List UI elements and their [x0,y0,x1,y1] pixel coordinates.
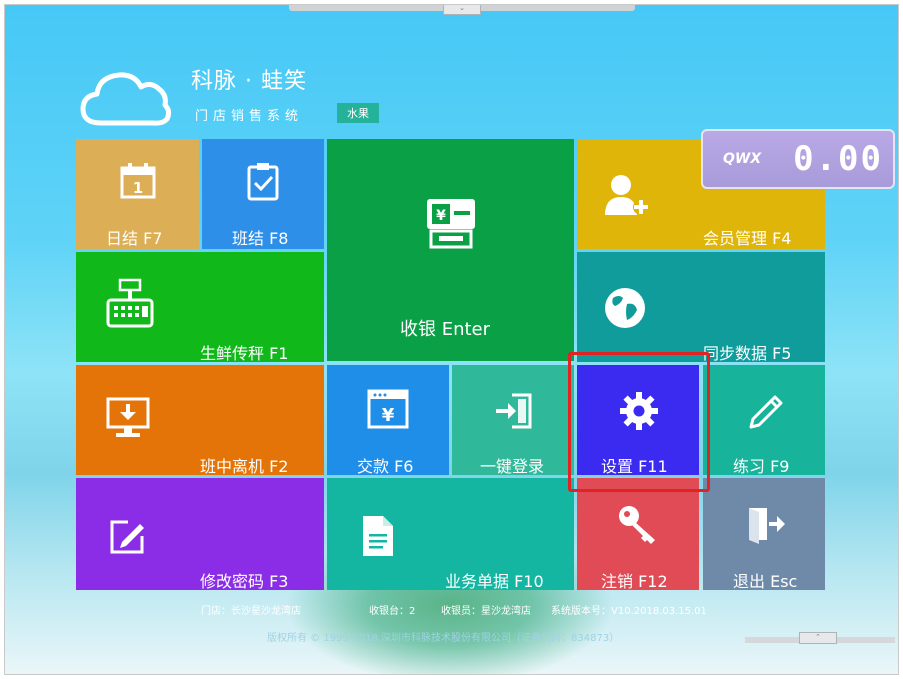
leave-machine-label: 班中离机 F2 [200,457,289,475]
logout-tile[interactable]: 注销 F12 [577,478,699,590]
status-store: 门店：长沙星沙龙湾店 [201,606,301,617]
one-key-login-tile[interactable]: 一键登录 [452,365,574,475]
svg-text:¥: ¥ [382,405,395,426]
daily-close-label: 日结 F7 [106,229,163,248]
document-icon [363,516,393,556]
chevron-up-icon[interactable]: ⌃ [799,632,837,644]
edit-square-icon [110,520,144,554]
logout-label: 注销 F12 [601,572,668,590]
monitor-download-icon [106,397,150,437]
pos-main-screen: ⌄ 科脉 · 蛙笑 门店销售系统 水果 1 日结 F7 班结 F8 ¥ 收银 E… [4,4,899,675]
calendar-icon: 1 [120,163,156,199]
scale-icon [106,278,154,328]
amount-value: 0.00 [793,139,883,179]
status-version: 系统版本号：V10.2018.03.15.01 [551,606,707,617]
pay-in-tile[interactable]: ¥ 交款 F6 [327,365,449,475]
checkout-label: 收银 Enter [400,319,491,340]
yen-window-icon: ¥ [367,389,409,429]
sync-data-tile[interactable]: 同步数据 F5 [577,252,825,362]
top-collapse-handle[interactable]: ⌄ [289,5,635,15]
pay-in-label: 交款 F6 [357,457,414,475]
exit-tile[interactable]: 退出 Esc [703,478,825,590]
exit-door-icon [749,508,785,544]
copyright-text: 版权所有 © 1999-2018 深圳市科脉技术股份有限公司（证券代码：8348… [267,633,620,644]
daily-close-tile[interactable]: 1 日结 F7 [76,139,199,249]
brand-subtitle: 门店销售系统 [195,109,304,124]
practice-label: 练习 F9 [733,457,790,475]
chevron-down-icon[interactable]: ⌄ [443,5,481,15]
bottom-collapse-handle[interactable]: ⌃ [745,632,895,644]
shift-close-label: 班结 F8 [232,229,289,248]
globe-icon [605,288,645,328]
change-password-label: 修改密码 F3 [200,572,289,590]
sync-data-label: 同步数据 F5 [703,344,792,362]
brand-title: 科脉 · 蛙笑 [191,69,307,94]
checkout-tile[interactable]: ¥ 收银 Enter [327,139,574,361]
shift-close-tile[interactable]: 班结 F8 [202,139,324,249]
fresh-scale-tile[interactable]: 生鲜传秤 F1 [76,252,324,362]
category-badge: 水果 [337,103,379,123]
practice-tile[interactable]: 练习 F9 [703,365,825,475]
status-cashier: 收银员：星沙龙湾店 [441,606,531,617]
login-door-icon [496,393,532,429]
business-documents-tile[interactable]: 业务单据 F10 [327,478,574,590]
status-register: 收银台：2 [369,606,416,617]
amount-display: QWX 0.00 [701,129,895,189]
leave-machine-tile[interactable]: 班中离机 F2 [76,365,324,475]
change-password-tile[interactable]: 修改密码 F3 [76,478,324,590]
exit-label: 退出 Esc [733,572,798,590]
svg-text:1: 1 [133,179,143,197]
clipboard-check-icon [247,163,279,201]
key-icon [619,506,655,544]
qwx-logo: QWX [723,151,762,167]
fresh-scale-label: 生鲜传秤 F1 [200,344,289,362]
business-documents-label: 业务单据 F10 [445,572,544,590]
add-user-icon [605,175,649,215]
one-key-login-label: 一键登录 [480,457,545,475]
member-management-label: 会员管理 F4 [703,229,792,248]
cloud-logo-icon [80,72,172,126]
cash-register-icon: ¥ [427,199,475,249]
settings-highlight-box [568,352,710,492]
svg-text:¥: ¥ [436,208,446,224]
pencil-icon [749,395,783,429]
